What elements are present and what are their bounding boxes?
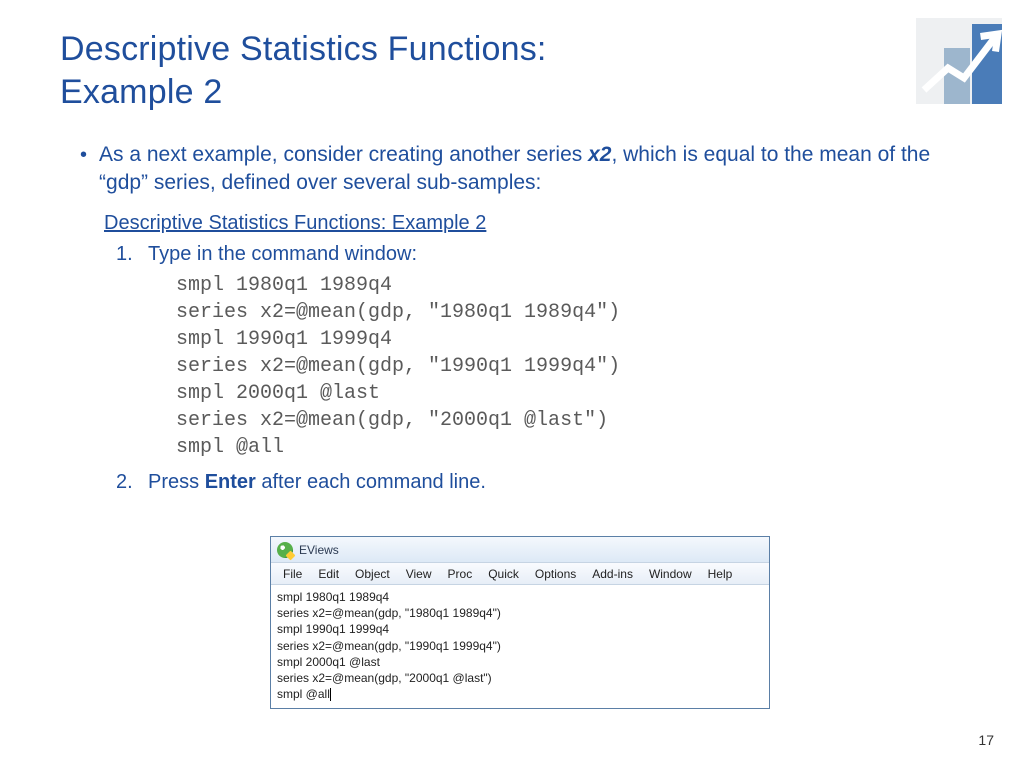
step-2: 2. Press Enter after each command line. (60, 471, 964, 494)
eviews-command-area[interactable]: smpl 1980q1 1989q4 series x2=@mean(gdp, … (271, 585, 769, 708)
title-line-1: Descriptive Statistics Functions: (60, 30, 547, 68)
menu-options[interactable]: Options (527, 565, 584, 583)
slide: Descriptive Statistics Functions: Exampl… (0, 0, 1024, 768)
bullet-dot-icon: • (80, 141, 87, 198)
title-line-2: Example 2 (60, 73, 222, 111)
intro-bullet: • As a next example, consider creating a… (60, 141, 964, 198)
menu-view[interactable]: View (398, 565, 440, 583)
intro-pre: As a next example, consider creating ano… (99, 143, 588, 166)
eviews-window: EViews File Edit Object View Proc Quick … (270, 536, 770, 709)
menu-proc[interactable]: Proc (440, 565, 481, 583)
menu-addins[interactable]: Add-ins (584, 565, 641, 583)
eviews-title: EViews (299, 543, 339, 557)
menu-edit[interactable]: Edit (310, 565, 347, 583)
intro-text: As a next example, consider creating ano… (99, 141, 964, 198)
eviews-command-text: smpl 1980q1 1989q4 series x2=@mean(gdp, … (277, 590, 501, 701)
step-1-text: Type in the command window: (148, 243, 417, 266)
chart-logo-icon (916, 18, 1002, 104)
eviews-menubar: File Edit Object View Proc Quick Options… (271, 563, 769, 585)
text-caret-icon (330, 688, 331, 701)
menu-help[interactable]: Help (700, 565, 741, 583)
step-2-post: after each command line. (256, 471, 486, 493)
menu-quick[interactable]: Quick (480, 565, 527, 583)
menu-file[interactable]: File (275, 565, 310, 583)
slide-body: • As a next example, consider creating a… (60, 141, 964, 494)
sub-heading: Descriptive Statistics Functions: Exampl… (104, 212, 964, 235)
intro-var: x2 (588, 143, 611, 166)
step-2-key: Enter (205, 471, 256, 493)
code-block: smpl 1980q1 1989q4 series x2=@mean(gdp, … (176, 272, 964, 461)
step-2-text: Press Enter after each command line. (148, 471, 486, 494)
menu-window[interactable]: Window (641, 565, 700, 583)
step-1: 1. Type in the command window: (60, 243, 964, 266)
eviews-app-icon (277, 542, 293, 558)
page-number: 17 (978, 732, 994, 748)
step-1-number: 1. (116, 243, 134, 266)
menu-object[interactable]: Object (347, 565, 398, 583)
step-2-pre: Press (148, 471, 205, 493)
step-2-number: 2. (116, 471, 134, 494)
slide-title: Descriptive Statistics Functions: Exampl… (60, 28, 964, 113)
eviews-titlebar[interactable]: EViews (271, 537, 769, 563)
